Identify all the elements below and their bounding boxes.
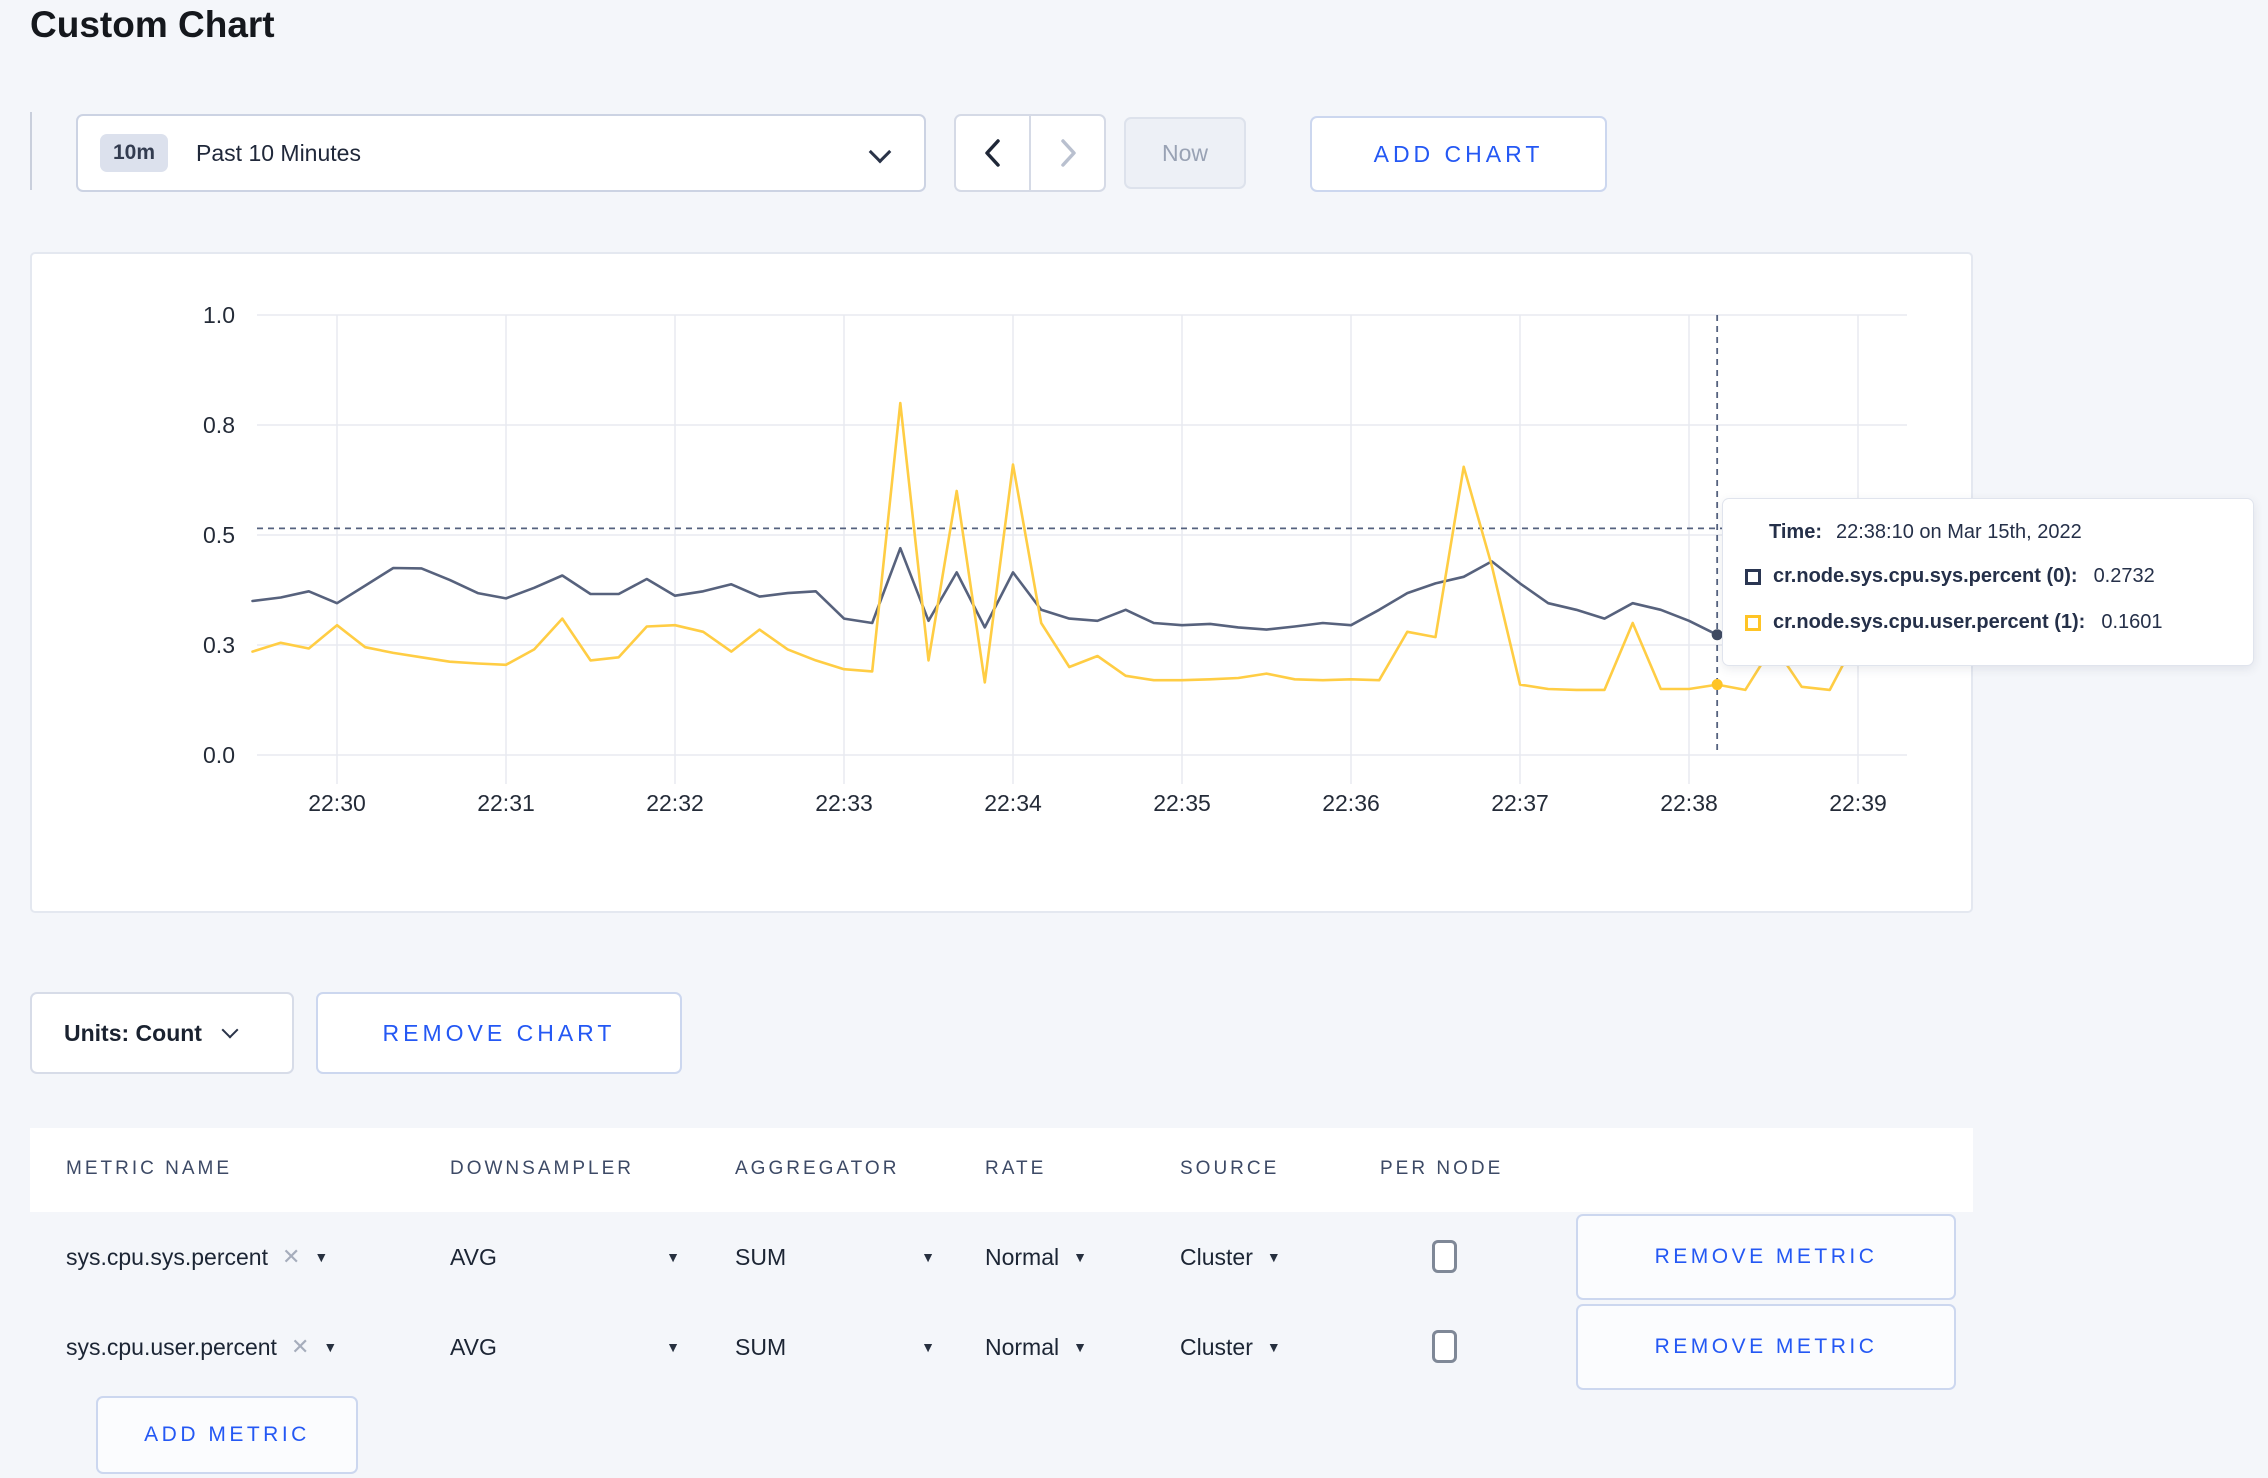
rate-select[interactable]: Normal ▼ [985, 1212, 1087, 1302]
units-select[interactable]: Units: Count [30, 992, 294, 1074]
remove-metric-button[interactable]: REMOVE METRIC [1576, 1304, 1956, 1390]
chart-tooltip: Time: 22:38:10 on Mar 15th, 2022 cr.node.… [1722, 498, 2254, 666]
chevron-down-icon [868, 140, 892, 164]
svg-text:22:34: 22:34 [984, 790, 1042, 816]
chart-card: 0.0 0.3 0.5 0.8 1.0 22:30 22:31 22:32 22:33 22:34… [30, 252, 1973, 913]
svg-text:22:35: 22:35 [1153, 790, 1211, 816]
downsampler-select[interactable]: AVG ▼ [450, 1302, 680, 1392]
tooltip-series-label: cr.node.sys.cpu.user.percent (1): [1773, 611, 2086, 633]
rate-value: Normal [985, 1243, 1060, 1270]
tooltip-time-row: Time: 22:38:10 on Mar 15th, 2022 [1769, 521, 2082, 544]
add-chart-button[interactable]: ADD CHART [1310, 116, 1607, 192]
aggregator-value: SUM [735, 1243, 787, 1270]
caret-down-icon: ▼ [1266, 1339, 1281, 1355]
source-select[interactable]: Cluster ▼ [1180, 1212, 1281, 1302]
svg-text:22:36: 22:36 [1322, 790, 1380, 816]
chevron-left-icon [984, 139, 1000, 167]
caret-down-icon: ▼ [314, 1249, 329, 1265]
svg-text:22:38: 22:38 [1660, 790, 1718, 816]
tooltip-series-label: cr.node.sys.cpu.sys.percent (0): [1773, 565, 2078, 587]
time-nav-arrows [954, 114, 1106, 192]
series-swatch-icon [1745, 568, 1761, 585]
aggregator-value: SUM [735, 1333, 787, 1360]
tooltip-series-row: cr.node.sys.cpu.user.percent (1): 0.1601 [1745, 611, 2163, 634]
series-swatch-icon [1745, 614, 1761, 631]
clear-metric-icon[interactable]: ✕ [291, 1334, 309, 1360]
metric-row: sys.cpu.sys.percent ✕ ▼ AVG ▼ SUM ▼ Norm… [0, 1212, 2268, 1302]
svg-text:22:37: 22:37 [1491, 790, 1549, 816]
caret-down-icon: ▼ [666, 1249, 680, 1265]
now-button[interactable]: Now [1124, 117, 1246, 189]
col-header-downsampler: DOWNSAMPLER [450, 1158, 634, 1179]
downsampler-value: AVG [450, 1333, 497, 1360]
source-value: Cluster [1180, 1333, 1253, 1360]
aggregator-select[interactable]: SUM ▼ [735, 1212, 935, 1302]
page-title: Custom Chart [30, 4, 275, 45]
metric-name-value: sys.cpu.user.percent [66, 1333, 277, 1360]
col-header-rate: RATE [985, 1158, 1047, 1179]
source-select[interactable]: Cluster ▼ [1180, 1302, 1281, 1392]
tooltip-time-value: 22:38:10 on Mar 15th, 2022 [1835, 521, 2082, 543]
col-header-aggregator: AGGREGATOR [735, 1158, 900, 1179]
caret-down-icon: ▼ [1073, 1339, 1087, 1355]
tooltip-series-value: 0.2732 [2093, 565, 2155, 587]
timeseries-chart[interactable]: 0.0 0.3 0.5 0.8 1.0 22:30 22:31 22:32 22:33 22:34… [32, 254, 1971, 911]
caret-down-icon: ▼ [1266, 1249, 1281, 1265]
metric-name-select[interactable]: sys.cpu.sys.percent ✕ ▼ [66, 1212, 328, 1302]
chevron-right-icon [1060, 139, 1076, 167]
tooltip-series-row: cr.node.sys.cpu.sys.percent (0): 0.2732 [1745, 565, 2155, 588]
svg-text:0.8: 0.8 [203, 412, 235, 438]
tooltip-series-value: 0.1601 [2101, 611, 2163, 633]
remove-metric-button[interactable]: REMOVE METRIC [1576, 1214, 1956, 1300]
next-time-button[interactable] [1031, 116, 1104, 190]
svg-text:0.0: 0.0 [203, 742, 235, 768]
caret-down-icon: ▼ [921, 1339, 935, 1355]
svg-text:22:31: 22:31 [477, 790, 535, 816]
remove-chart-button[interactable]: REMOVE CHART [316, 992, 682, 1074]
caret-down-icon: ▼ [323, 1339, 338, 1355]
svg-text:22:30: 22:30 [308, 790, 366, 816]
time-range-label: Past 10 Minutes [196, 139, 361, 166]
svg-text:1.0: 1.0 [203, 302, 235, 328]
units-label: Units: Count [64, 1019, 202, 1046]
caret-down-icon: ▼ [666, 1339, 680, 1355]
prev-time-button[interactable] [956, 116, 1031, 190]
col-header-per-node: PER NODE [1380, 1158, 1504, 1179]
caret-down-icon: ▼ [1073, 1249, 1087, 1265]
toolbar-divider [30, 112, 32, 190]
rate-value: Normal [985, 1333, 1060, 1360]
downsampler-value: AVG [450, 1243, 497, 1270]
svg-text:0.5: 0.5 [203, 522, 235, 548]
tooltip-time-label: Time: [1769, 521, 1822, 543]
time-range-select[interactable]: 10m Past 10 Minutes [76, 114, 926, 192]
metric-name-value: sys.cpu.sys.percent [66, 1243, 268, 1270]
col-header-source: SOURCE [1180, 1158, 1280, 1179]
per-node-checkbox[interactable] [1432, 1330, 1457, 1363]
col-header-metric-name: METRIC NAME [66, 1158, 232, 1179]
metric-row: sys.cpu.user.percent ✕ ▼ AVG ▼ SUM ▼ Nor… [0, 1302, 2268, 1392]
custom-chart-page: Custom Chart 10m Past 10 Minutes Now ADD… [0, 0, 2268, 1478]
chevron-down-icon [221, 1021, 239, 1039]
add-metric-button[interactable]: ADD METRIC [96, 1396, 358, 1474]
downsampler-select[interactable]: AVG ▼ [450, 1212, 680, 1302]
clear-metric-icon[interactable]: ✕ [282, 1244, 300, 1270]
svg-text:22:39: 22:39 [1829, 790, 1887, 816]
time-range-badge: 10m [100, 134, 169, 172]
aggregator-select[interactable]: SUM ▼ [735, 1302, 935, 1392]
svg-text:22:33: 22:33 [815, 790, 873, 816]
metric-name-select[interactable]: sys.cpu.user.percent ✕ ▼ [66, 1302, 337, 1392]
rate-select[interactable]: Normal ▼ [985, 1302, 1087, 1392]
caret-down-icon: ▼ [921, 1249, 935, 1265]
metrics-table-header: METRIC NAME DOWNSAMPLER AGGREGATOR RATE … [30, 1128, 1973, 1212]
source-value: Cluster [1180, 1243, 1253, 1270]
svg-text:22:32: 22:32 [646, 790, 704, 816]
svg-text:0.3: 0.3 [203, 632, 235, 658]
per-node-checkbox[interactable] [1432, 1240, 1457, 1273]
